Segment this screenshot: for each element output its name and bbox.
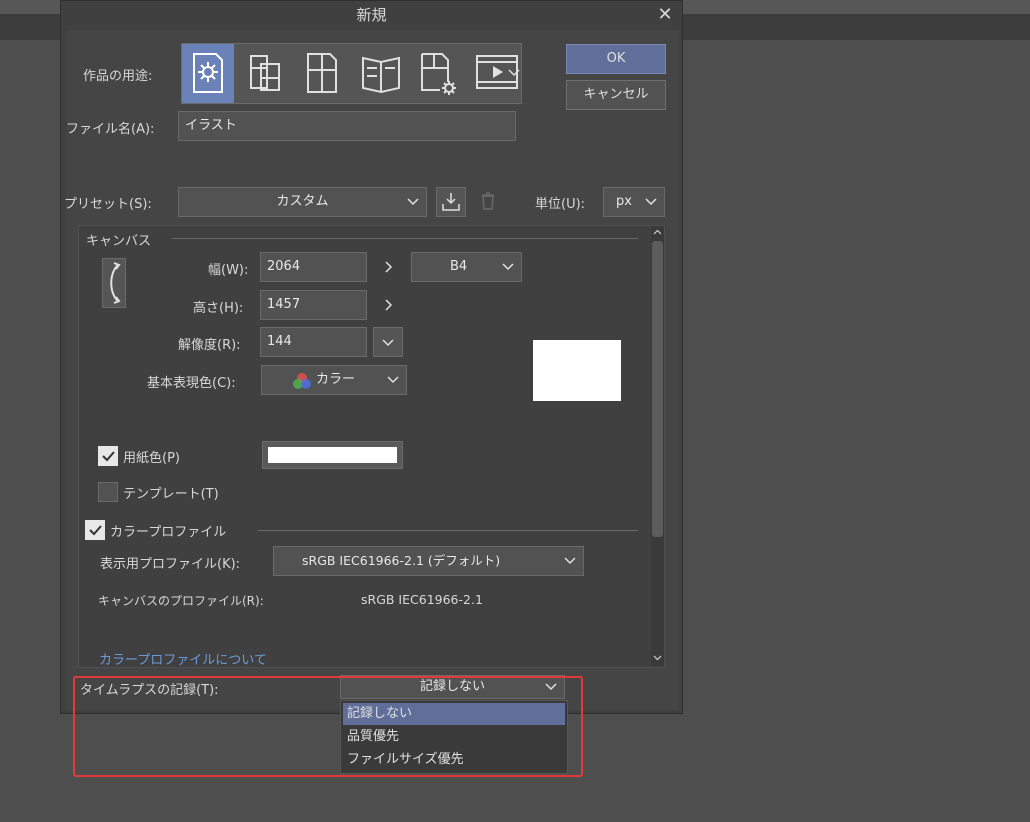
color-mode-value: カラー [316,372,356,387]
close-icon[interactable]: ✕ [655,5,675,25]
purpose-selector [181,43,522,104]
width-label: 幅(W): [208,263,249,278]
height-label: 高さ(H): [193,301,244,316]
unit-dropdown[interactable]: px [603,187,665,217]
timelapse-option[interactable]: 品質優先 [343,726,565,748]
chevron-down-icon [382,339,394,347]
canvas-profile-label: キャンバスのプロファイル(R): [98,594,264,608]
timelapse-label: タイムラプスの記録(T): [80,683,219,698]
timelapse-value: 記録しない [419,679,485,694]
book-icon[interactable] [353,44,405,103]
comic-icon[interactable] [296,44,348,103]
canvas-preview [533,340,621,401]
scroll-up-icon[interactable] [651,226,664,239]
check-icon [89,525,102,536]
scrollbar-thumb[interactable] [652,241,663,537]
template-checkbox[interactable] [98,482,118,502]
save-preset-icon[interactable] [436,187,466,217]
webtoon-icon[interactable] [239,44,291,103]
chevron-down-icon [502,263,514,271]
resolution-input[interactable]: 144 [260,327,367,357]
section-divider [258,530,638,531]
color-mode-dropdown[interactable]: カラー [261,365,407,395]
timelapse-dropdown[interactable]: 記録しない [340,675,565,699]
section-divider [172,238,638,239]
timelapse-options-popup: 記録しない 品質優先 ファイルサイズ優先 [340,700,568,774]
height-input[interactable]: 1457 [260,290,367,320]
chevron-down-icon [387,376,399,384]
preset-dropdown[interactable]: カスタム [178,187,427,217]
color-profile-section-label: カラープロファイル [110,525,227,540]
check-icon [102,451,115,462]
chevron-right-icon[interactable] [382,259,396,275]
cancel-button[interactable]: キャンセル [566,80,666,110]
preset-value: カスタム [276,194,329,209]
timelapse-option[interactable]: ファイルサイズ優先 [343,749,565,771]
size-preset-dropdown[interactable]: B4 [411,252,522,282]
ok-button[interactable]: OK [566,44,666,74]
dialog-title: 新規 [356,6,387,24]
paper-color-checkbox[interactable] [98,446,118,466]
chevron-right-icon[interactable] [382,297,396,313]
chevron-down-icon [564,557,576,565]
display-profile-value: sRGB IEC61966-2.1 (デフォルト) [302,553,501,568]
preset-label: プリセット(S): [64,197,152,212]
purpose-label: 作品の用途: [83,69,153,84]
color-profile-help-link[interactable]: カラープロファイルについて [99,649,267,668]
chevron-down-icon[interactable] [507,66,521,80]
illustration-icon[interactable] [182,44,234,103]
display-profile-dropdown[interactable]: sRGB IEC61966-2.1 (デフォルト) [273,546,584,576]
delete-preset-icon[interactable] [474,187,504,217]
width-input[interactable]: 2064 [260,252,367,282]
chevron-down-icon [645,198,657,206]
resolution-dropdown-button[interactable] [373,327,403,357]
unit-value: px [616,194,632,209]
rgb-color-icon [293,373,311,389]
color-mode-label: 基本表現色(C): [147,376,236,391]
filename-input[interactable]: イラスト [178,111,516,141]
unit-label: 単位(U): [535,197,586,212]
display-profile-label: 表示用プロファイル(K): [100,557,241,572]
canvas-section-label: キャンバス [86,234,152,249]
paper-color-swatch[interactable] [262,441,403,469]
chevron-down-icon [407,198,419,206]
timelapse-option[interactable]: 記録しない [343,703,565,725]
canvas-profile-value: sRGB IEC61966-2.1 [361,592,483,607]
paper-color-label: 用紙色(P) [123,451,180,466]
chevron-down-icon [545,683,557,691]
custom-settings-icon[interactable] [410,44,462,103]
swap-orientation-icon[interactable] [102,258,126,308]
size-preset-value: B4 [450,259,468,274]
filename-label: ファイル名(A): [66,122,155,137]
template-label: テンプレート(T) [123,487,219,502]
resolution-label: 解像度(R): [178,338,241,353]
color-profile-checkbox[interactable] [85,520,105,540]
scroll-down-icon[interactable] [651,651,664,664]
